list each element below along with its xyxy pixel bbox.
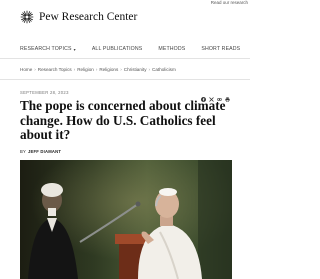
- nav-all-publications[interactable]: ALL PUBLICATIONS: [92, 46, 143, 52]
- brand-header[interactable]: Pew Research Center: [20, 10, 137, 24]
- breadcrumb-religions[interactable]: Religions: [99, 67, 118, 72]
- breadcrumb-religion[interactable]: Religion: [77, 67, 94, 72]
- byline: BY JEFF DIAMANT: [20, 149, 61, 154]
- breadcrumb-separator: ›: [34, 67, 36, 72]
- read-our-research-link[interactable]: Read our research: [211, 0, 248, 5]
- breadcrumb-christianity[interactable]: Christianity: [124, 67, 147, 72]
- breadcrumb-separator: ›: [148, 67, 151, 72]
- brand-name: Pew Research Center: [39, 11, 138, 23]
- pope-speaking-photo: [20, 160, 232, 279]
- facebook-icon[interactable]: [201, 89, 206, 102]
- breadcrumb-separator: ›: [120, 67, 122, 72]
- link-icon[interactable]: [217, 89, 222, 101]
- author-link[interactable]: JEFF DIAMANT: [28, 149, 61, 154]
- breadcrumb: Home › Research Topics › Religion › Religions ›…: [20, 67, 176, 72]
- chevron-down-icon: ▾: [73, 46, 76, 52]
- breadcrumb-divider: [0, 79, 250, 80]
- breadcrumb-research-topics[interactable]: Research Topics: [38, 67, 72, 72]
- share-tools: [198, 89, 230, 102]
- nav-divider: [0, 58, 250, 59]
- breadcrumb-separator: ›: [95, 67, 98, 72]
- x-icon[interactable]: [209, 89, 214, 102]
- breadcrumb-home[interactable]: Home: [20, 67, 32, 72]
- article-title: The pope is concerned about climate chan…: [20, 98, 226, 142]
- print-icon[interactable]: [225, 89, 230, 102]
- nav-research-topics-label: RESEARCH TOPICS: [20, 46, 72, 52]
- hero-photo: [20, 160, 232, 279]
- publish-date: SEPTEMBER 28, 2023: [20, 90, 69, 95]
- breadcrumb-separator: ›: [73, 67, 76, 72]
- main-nav: RESEARCH TOPICS ▾ ALL PUBLICATIONS METHO…: [20, 46, 250, 52]
- nav-research-topics[interactable]: RESEARCH TOPICS ▾: [20, 46, 76, 52]
- nav-short-reads[interactable]: SHORT READS: [201, 46, 240, 52]
- byline-prefix: BY: [20, 149, 26, 154]
- nav-methods[interactable]: METHODS: [158, 46, 185, 52]
- breadcrumb-catholicism[interactable]: Catholicism: [152, 67, 176, 72]
- pew-logo-icon: [20, 10, 34, 24]
